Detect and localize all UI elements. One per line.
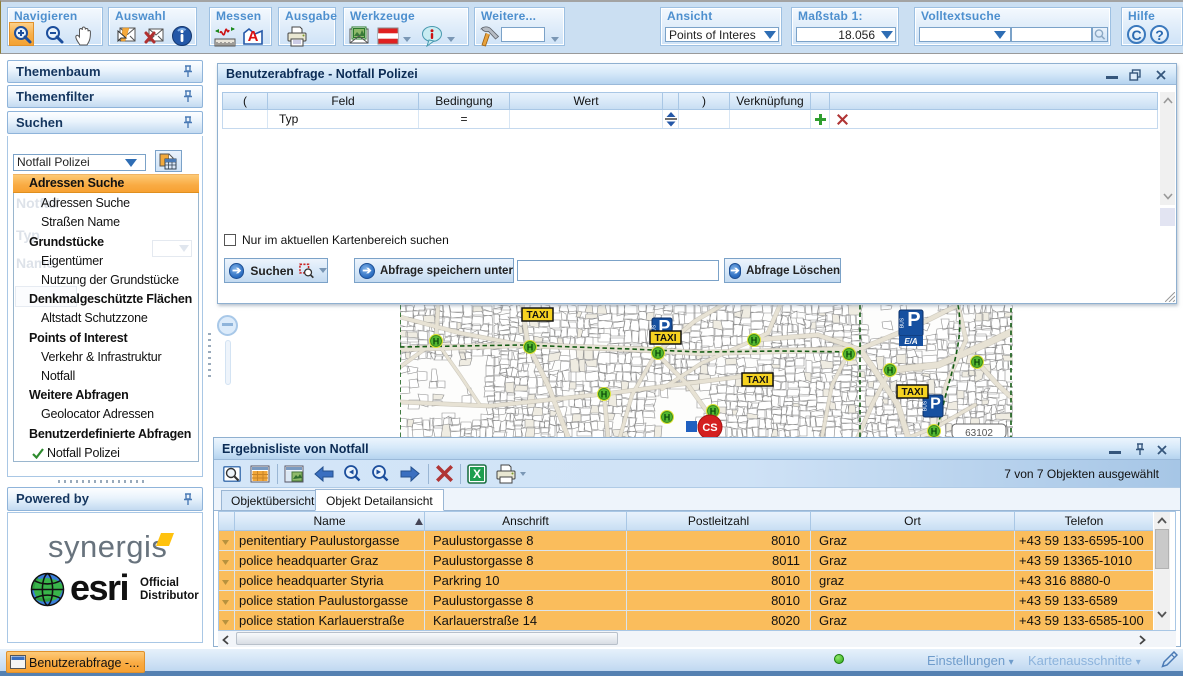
svg-text:BUS: BUS [899, 317, 905, 328]
svg-text:H: H [601, 390, 608, 400]
svg-text:H: H [846, 350, 853, 360]
svg-text:H: H [527, 343, 534, 353]
svg-text:TAXI: TAXI [901, 387, 923, 398]
svg-text:X: X [473, 467, 481, 481]
svg-text:H: H [887, 366, 894, 376]
svg-text:TAXI: TAXI [654, 333, 676, 344]
svg-text:P: P [930, 396, 941, 413]
svg-text:CS: CS [702, 422, 717, 434]
svg-text:A: A [248, 28, 259, 45]
svg-text:63102: 63102 [965, 428, 993, 437]
svg-text:TAXI: TAXI [746, 375, 768, 386]
svg-text:E/A: E/A [904, 337, 918, 346]
svg-text:H: H [664, 413, 671, 423]
svg-text:H: H [974, 358, 981, 368]
svg-text:BUS: BUS [923, 400, 929, 411]
svg-text:P: P [907, 309, 920, 331]
svg-text:H: H [655, 349, 662, 359]
svg-text:H: H [433, 337, 440, 347]
svg-text:H: H [751, 336, 758, 346]
svg-text:TAXI: TAXI [526, 310, 548, 321]
svg-text:H: H [931, 427, 938, 437]
